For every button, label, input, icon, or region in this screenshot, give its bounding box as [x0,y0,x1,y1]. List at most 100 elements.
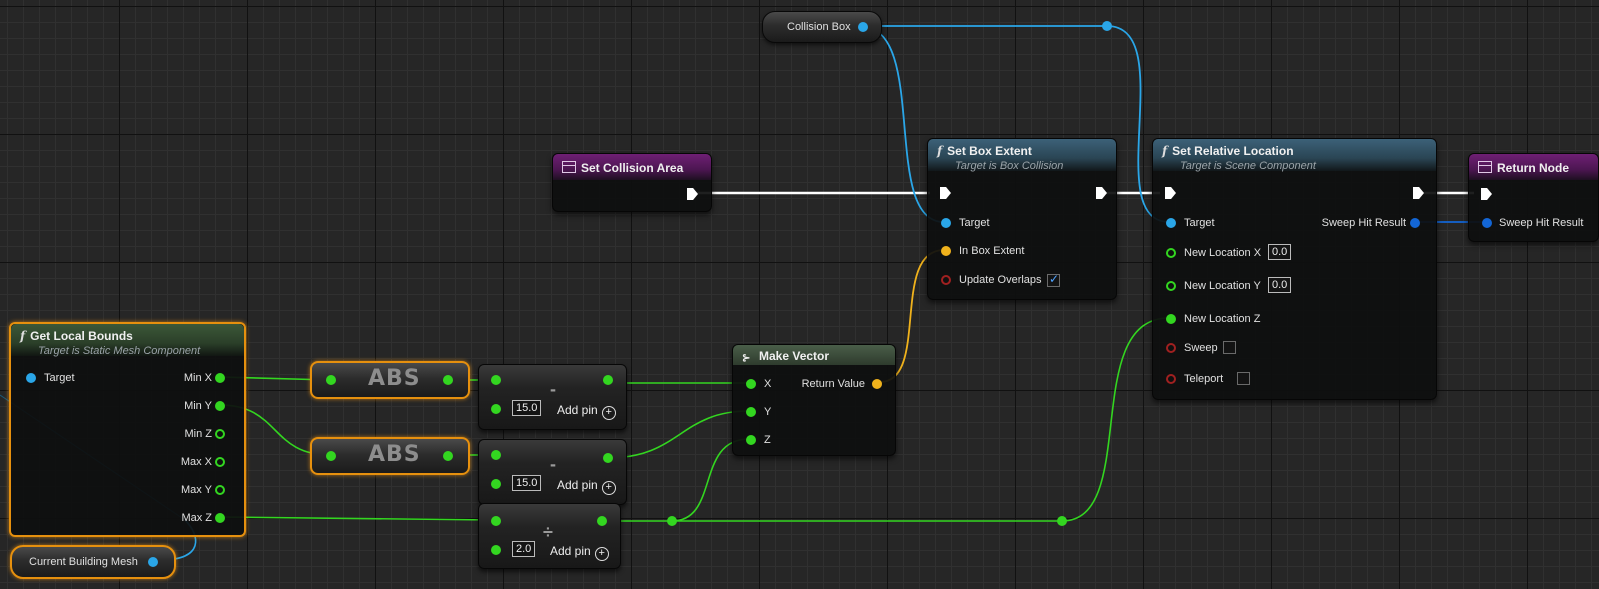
set-box-extent-exec-in[interactable] [940,187,951,199]
set-box-extent-update-overlaps-pin[interactable] [941,275,951,285]
subtract-1-b-pin[interactable] [491,404,501,414]
set-box-extent-update-overlaps-label: Update Overlaps [959,274,1042,286]
abs-1-label: ABS [368,366,421,391]
return-node-title: Return Node [1497,161,1569,175]
set-relative-location-target-pin[interactable] [1166,218,1176,228]
divide-add-pin[interactable]: Add pin + [550,544,609,561]
divide-a-pin[interactable] [491,516,501,526]
subtract-1-b-input[interactable]: 15.0 [512,400,542,416]
set-relative-location-node[interactable]: f Set Relative Location Target is Scene C… [1152,138,1437,400]
new-location-x-pin[interactable] [1166,248,1176,258]
subtract-1-add-pin[interactable]: Add pin + [557,403,616,420]
current-building-mesh-getter[interactable]: Current Building Mesh [10,545,176,579]
subtract-node-1[interactable]: - 15.0 Add pin + [478,364,627,430]
abs-2-input-pin[interactable] [326,451,336,461]
make-vector-return-value-pin[interactable] [872,379,882,389]
set-box-extent-title: Set Box Extent [947,144,1032,158]
reroute-node-object[interactable] [1102,21,1112,31]
reroute-node-float-2[interactable] [1057,516,1067,526]
max-x-label: Max X [180,456,212,468]
set-collision-area-node[interactable]: Set Collision Area [552,153,712,212]
new-location-y-pin[interactable] [1166,281,1176,291]
sweep-checkbox[interactable] [1223,341,1236,354]
subtract-1-output-pin[interactable] [603,375,613,385]
collision-box-getter[interactable]: Collision Box [762,11,882,43]
subtract-1-a-pin[interactable] [491,375,501,385]
subtract-2-add-pin-label: Add pin [557,478,598,492]
make-vector-header: ⊱ Make Vector [733,345,895,365]
add-pin-plus-icon: + [601,481,616,495]
return-node[interactable]: Return Node Sweep Hit Result [1468,153,1599,242]
event-grid-icon [1478,161,1492,173]
set-box-extent-in-box-extent-pin[interactable] [941,246,951,256]
subtract-1-operator: - [550,379,556,399]
subtract-2-a-pin[interactable] [491,450,501,460]
event-grid-icon [562,161,576,173]
get-local-bounds-target-pin[interactable] [26,373,36,383]
set-relative-location-exec-out[interactable] [1413,187,1424,199]
subtract-2-output-pin[interactable] [603,453,613,463]
teleport-label: Teleport [1184,373,1224,385]
set-box-extent-node[interactable]: f Set Box Extent Target is Box Collision … [927,138,1117,300]
abs-2-output-pin[interactable] [443,451,453,461]
return-node-sweep-hit-result-pin[interactable] [1482,218,1492,228]
min-y-pin[interactable] [215,401,225,411]
set-collision-area-exec-out[interactable] [687,188,698,200]
max-y-pin[interactable] [215,485,225,495]
set-box-extent-header: f Set Box Extent Target is Box Collision [928,139,1116,172]
return-node-sweep-hit-result-label: Sweep Hit Result [1499,217,1584,229]
min-x-label: Min X [183,372,212,384]
get-local-bounds-node[interactable]: f Get Local Bounds Target is Static Mesh … [9,322,246,537]
set-relative-location-sweep-hit-result-pin[interactable] [1410,218,1420,228]
sweep-label: Sweep [1184,342,1218,354]
teleport-checkbox[interactable] [1237,372,1250,385]
divide-b-pin[interactable] [491,545,501,555]
make-vector-z-pin[interactable] [746,435,756,445]
get-local-bounds-target-label: Target [44,372,75,384]
reroute-node-float-1[interactable] [667,516,677,526]
max-x-pin[interactable] [215,457,225,467]
set-relative-location-header: f Set Relative Location Target is Scene C… [1153,139,1436,172]
min-y-label: Min Y [184,400,212,412]
min-x-pin[interactable] [215,373,225,383]
set-box-extent-subtitle: Target is Box Collision [955,160,1064,172]
set-box-extent-target-label: Target [959,217,990,229]
make-vector-x-pin[interactable] [746,379,756,389]
set-box-extent-target-pin[interactable] [941,218,951,228]
new-location-z-pin[interactable] [1166,314,1176,324]
abs-node-2[interactable]: ABS [310,437,470,475]
set-relative-location-subtitle: Target is Scene Component [1180,160,1316,172]
sweep-pin[interactable] [1166,343,1176,353]
float-wire-maxz-to-div [219,516,496,521]
subtract-2-b-pin[interactable] [491,479,501,489]
max-z-pin[interactable] [215,513,225,523]
abs-2-label: ABS [368,442,421,467]
abs-1-input-pin[interactable] [326,375,336,385]
make-vector-z-label: Z [764,434,771,446]
set-box-extent-in-box-extent-label: In Box Extent [959,245,1025,257]
new-location-y-label: New Location Y [1184,280,1261,292]
set-relative-location-exec-in[interactable] [1165,187,1176,199]
make-vector-node[interactable]: ⊱ Make Vector X Return Value Y Z [732,344,896,456]
divide-output-pin[interactable] [597,516,607,526]
new-location-x-input[interactable]: 0.0 [1268,244,1292,260]
min-z-pin[interactable] [215,429,225,439]
add-pin-plus-icon: + [601,406,616,420]
collision-box-output-pin[interactable] [858,22,868,32]
subtract-2-b-input[interactable]: 15.0 [512,475,542,491]
divide-b-input[interactable]: 2.0 [512,541,536,557]
float-wire-sub2-to-y [607,410,750,459]
divide-node[interactable]: ÷ 2.0 Add pin + [478,503,621,569]
make-vector-y-pin[interactable] [746,407,756,417]
set-box-extent-exec-out[interactable] [1096,187,1107,199]
current-building-mesh-output-pin[interactable] [148,557,158,567]
abs-node-1[interactable]: ABS [310,361,470,399]
collision-box-label: Collision Box [787,21,851,33]
teleport-pin[interactable] [1166,374,1176,384]
subtract-2-add-pin[interactable]: Add pin + [557,478,616,495]
return-node-exec-in[interactable] [1481,188,1492,200]
abs-1-output-pin[interactable] [443,375,453,385]
update-overlaps-checkbox[interactable] [1047,272,1060,287]
subtract-node-2[interactable]: - 15.0 Add pin + [478,439,627,505]
new-location-y-input[interactable]: 0.0 [1268,277,1292,293]
